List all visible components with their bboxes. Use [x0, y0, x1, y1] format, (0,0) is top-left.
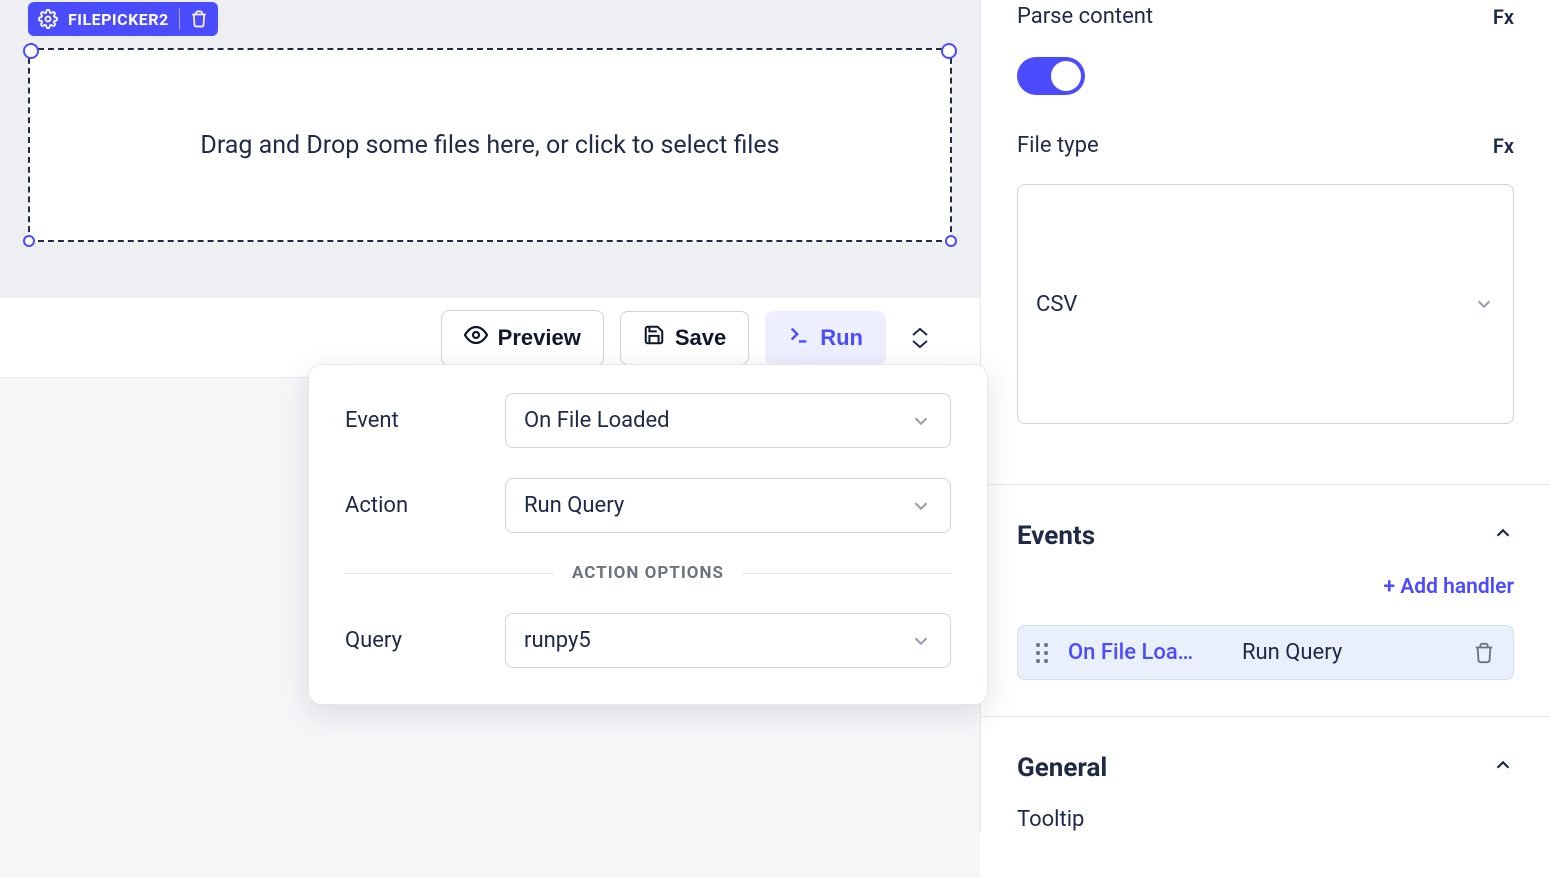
fx-button-filetype[interactable]: Fx — [1493, 134, 1514, 158]
chevron-down-icon — [1473, 293, 1495, 315]
event-select-value: On File Loaded — [524, 408, 670, 433]
save-button[interactable]: Save — [620, 311, 749, 365]
save-label: Save — [675, 325, 726, 351]
gear-icon[interactable] — [38, 9, 58, 29]
tag-divider — [179, 8, 180, 30]
file-type-label: File type — [1017, 133, 1099, 158]
trash-icon[interactable] — [1473, 642, 1495, 664]
event-row-action: Run Query — [1242, 640, 1459, 665]
parse-content-label: Parse content — [1017, 4, 1153, 29]
chevron-down-icon — [910, 495, 932, 517]
parse-content-toggle[interactable] — [1017, 57, 1085, 95]
chevron-up-icon — [1492, 753, 1514, 783]
action-options-title: ACTION OPTIONS — [572, 563, 724, 583]
trash-icon[interactable] — [190, 10, 208, 28]
fx-button-parse[interactable]: Fx — [1493, 5, 1514, 29]
widget-tag[interactable]: FILEPICKER2 — [28, 2, 218, 36]
run-button[interactable]: Run — [765, 311, 886, 365]
events-title: Events — [1017, 521, 1095, 551]
general-title: General — [1017, 753, 1107, 783]
event-handler-row[interactable]: On File Loa… Run Query — [1017, 625, 1514, 680]
terminal-icon — [788, 324, 810, 352]
chevron-up-icon — [1492, 521, 1514, 551]
chevron-up-icon — [910, 327, 930, 337]
run-label: Run — [820, 325, 863, 351]
events-section-header[interactable]: Events — [1017, 485, 1514, 575]
preview-button[interactable]: Preview — [441, 310, 604, 366]
save-icon — [643, 324, 665, 352]
chevron-down-icon — [910, 339, 930, 349]
tooltip-label: Tooltip — [1017, 807, 1084, 832]
drag-handle-icon[interactable] — [1036, 643, 1054, 663]
chevron-down-icon — [910, 630, 932, 652]
preview-label: Preview — [498, 325, 581, 351]
event-row-event: On File Loa… — [1068, 640, 1228, 665]
action-select[interactable]: Run Query — [505, 478, 951, 533]
query-select[interactable]: runpy5 — [505, 613, 951, 668]
filepicker-drop-text: Drag and Drop some files here, or click … — [200, 131, 779, 160]
general-section-header[interactable]: General — [1017, 717, 1514, 807]
widget-name: FILEPICKER2 — [68, 10, 169, 29]
filepicker-widget[interactable]: Drag and Drop some files here, or click … — [28, 48, 952, 242]
action-select-value: Run Query — [524, 493, 624, 518]
file-type-select[interactable]: CSV — [1017, 184, 1514, 424]
query-label: Query — [345, 628, 505, 653]
event-handler-popup: Event On File Loaded Action Run Query — [308, 364, 988, 705]
toggle-knob — [1051, 61, 1081, 91]
eye-icon — [464, 323, 488, 353]
action-label: Action — [345, 493, 505, 518]
chevron-down-icon — [910, 410, 932, 432]
event-select[interactable]: On File Loaded — [505, 393, 951, 448]
add-handler-button[interactable]: + Add handler — [1017, 575, 1514, 599]
event-label: Event — [345, 408, 505, 433]
query-select-value: runpy5 — [524, 628, 591, 653]
collapse-button[interactable] — [902, 319, 938, 357]
file-type-value: CSV — [1036, 292, 1077, 317]
